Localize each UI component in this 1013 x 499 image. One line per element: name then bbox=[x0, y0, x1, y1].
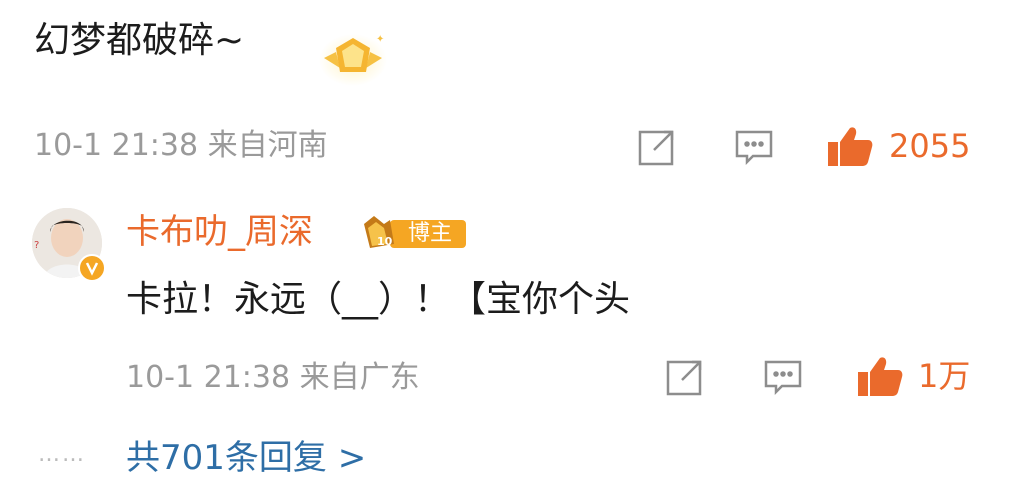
share-icon[interactable] bbox=[636, 126, 678, 168]
medal-badge-icon: ✦ bbox=[318, 28, 388, 88]
comment-text: 幻梦都破碎~ bbox=[34, 20, 245, 61]
share-icon[interactable] bbox=[664, 356, 706, 398]
replies-dots: …… bbox=[38, 442, 86, 467]
like-count: 1万 bbox=[918, 357, 971, 395]
host-badge-label: 博主 bbox=[408, 221, 453, 246]
reply-meta: 10-1 21:38 来自广东 bbox=[126, 360, 420, 395]
reply-username[interactable]: 卡布叻_周深 bbox=[126, 208, 313, 256]
comment-meta: 10-1 21:38 来自河南 bbox=[34, 128, 328, 163]
verified-badge-icon bbox=[78, 254, 106, 282]
reply-text: 卡拉！永远（__）！【宝你个头 bbox=[126, 279, 631, 320]
comment-icon[interactable] bbox=[762, 356, 804, 398]
thumbs-up-icon[interactable] bbox=[856, 354, 904, 398]
svg-text:✦: ✦ bbox=[376, 34, 384, 45]
svg-text:?: ? bbox=[34, 240, 39, 251]
like-count: 2055 bbox=[889, 127, 971, 165]
view-replies-link[interactable]: 共701条回复 > bbox=[126, 436, 366, 480]
comment-icon[interactable] bbox=[733, 126, 775, 168]
host-badge: 10 博主 bbox=[360, 214, 468, 252]
thumbs-up-icon[interactable] bbox=[826, 124, 874, 168]
host-badge-level: 10 bbox=[377, 235, 393, 248]
